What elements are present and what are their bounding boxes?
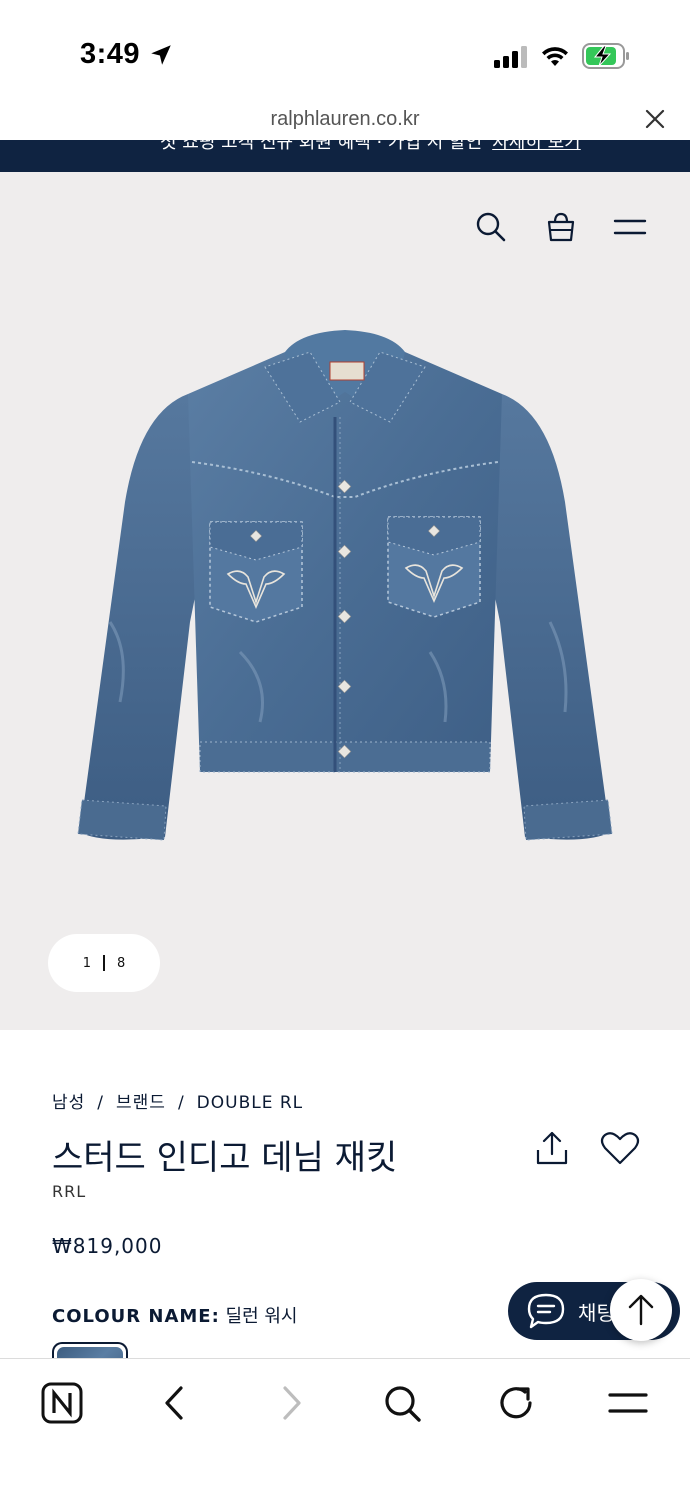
url-bar[interactable]: ralphlauren.co.kr bbox=[0, 100, 690, 140]
back-icon[interactable] bbox=[154, 1381, 198, 1425]
breadcrumb-item[interactable]: DOUBLE RL bbox=[197, 1093, 303, 1113]
cellular-signal-icon bbox=[494, 46, 527, 68]
colour-value: 딜런 워시 bbox=[225, 1306, 298, 1327]
colour-name: COLOUR NAME: 딜런 워시 bbox=[52, 1302, 298, 1328]
breadcrumb-item[interactable]: 남성 bbox=[52, 1093, 85, 1113]
product-title: 스터드 인디고 데님 재킷 bbox=[52, 1138, 398, 1178]
menu-icon[interactable] bbox=[606, 1381, 650, 1425]
breadcrumb: 남성 / 브랜드 / DOUBLE RL bbox=[52, 1088, 303, 1113]
pager-separator bbox=[103, 955, 105, 971]
status-time: 3:49 bbox=[80, 38, 141, 70]
share-icon[interactable] bbox=[534, 1130, 570, 1166]
gallery-pager[interactable]: 1 8 bbox=[48, 934, 160, 992]
wifi-icon bbox=[542, 47, 568, 66]
heart-icon[interactable] bbox=[600, 1130, 640, 1166]
breadcrumb-separator: / bbox=[177, 1093, 185, 1113]
naver-logo-icon[interactable] bbox=[40, 1381, 84, 1425]
close-icon[interactable] bbox=[644, 108, 666, 130]
product-gallery[interactable]: 1 8 bbox=[0, 172, 690, 1030]
menu-icon[interactable] bbox=[612, 210, 648, 244]
product-brand: RRL bbox=[52, 1182, 87, 1201]
forward-icon[interactable] bbox=[268, 1381, 312, 1425]
refresh-icon[interactable] bbox=[494, 1381, 538, 1425]
promo-text: 첫 쇼핑 고객 신규 회원 혜택 · 가입 시 할인 자세히 보기 bbox=[160, 140, 581, 154]
arrow-up-icon bbox=[628, 1294, 654, 1326]
shopping-bag-icon[interactable] bbox=[544, 210, 578, 244]
url-text[interactable]: ralphlauren.co.kr bbox=[0, 108, 690, 131]
breadcrumb-item[interactable]: 브랜드 bbox=[116, 1093, 166, 1113]
battery-charging-icon bbox=[582, 43, 629, 69]
colour-label: COLOUR NAME: bbox=[52, 1306, 220, 1327]
scroll-top-button[interactable] bbox=[610, 1279, 672, 1341]
search-icon[interactable] bbox=[474, 210, 508, 244]
location-arrow-icon bbox=[151, 45, 171, 65]
product-price: ₩819,000 bbox=[52, 1234, 163, 1258]
promo-message: 첫 쇼핑 고객 신규 회원 혜택 · 가입 시 할인 bbox=[160, 140, 483, 153]
status-bar: 3:49 bbox=[0, 0, 690, 100]
breadcrumb-separator: / bbox=[97, 1093, 105, 1113]
denim-jacket-image bbox=[77, 330, 613, 841]
search-icon[interactable] bbox=[380, 1381, 424, 1425]
browser-toolbar bbox=[0, 1358, 690, 1500]
promo-link[interactable]: 자세히 보기 bbox=[492, 140, 581, 153]
gallery-total: 8 bbox=[117, 955, 126, 971]
gallery-current: 1 bbox=[82, 955, 91, 971]
promo-banner[interactable]: 첫 쇼핑 고객 신규 회원 혜택 · 가입 시 할인 자세히 보기 bbox=[0, 140, 690, 172]
chat-bubble-icon bbox=[527, 1293, 565, 1329]
